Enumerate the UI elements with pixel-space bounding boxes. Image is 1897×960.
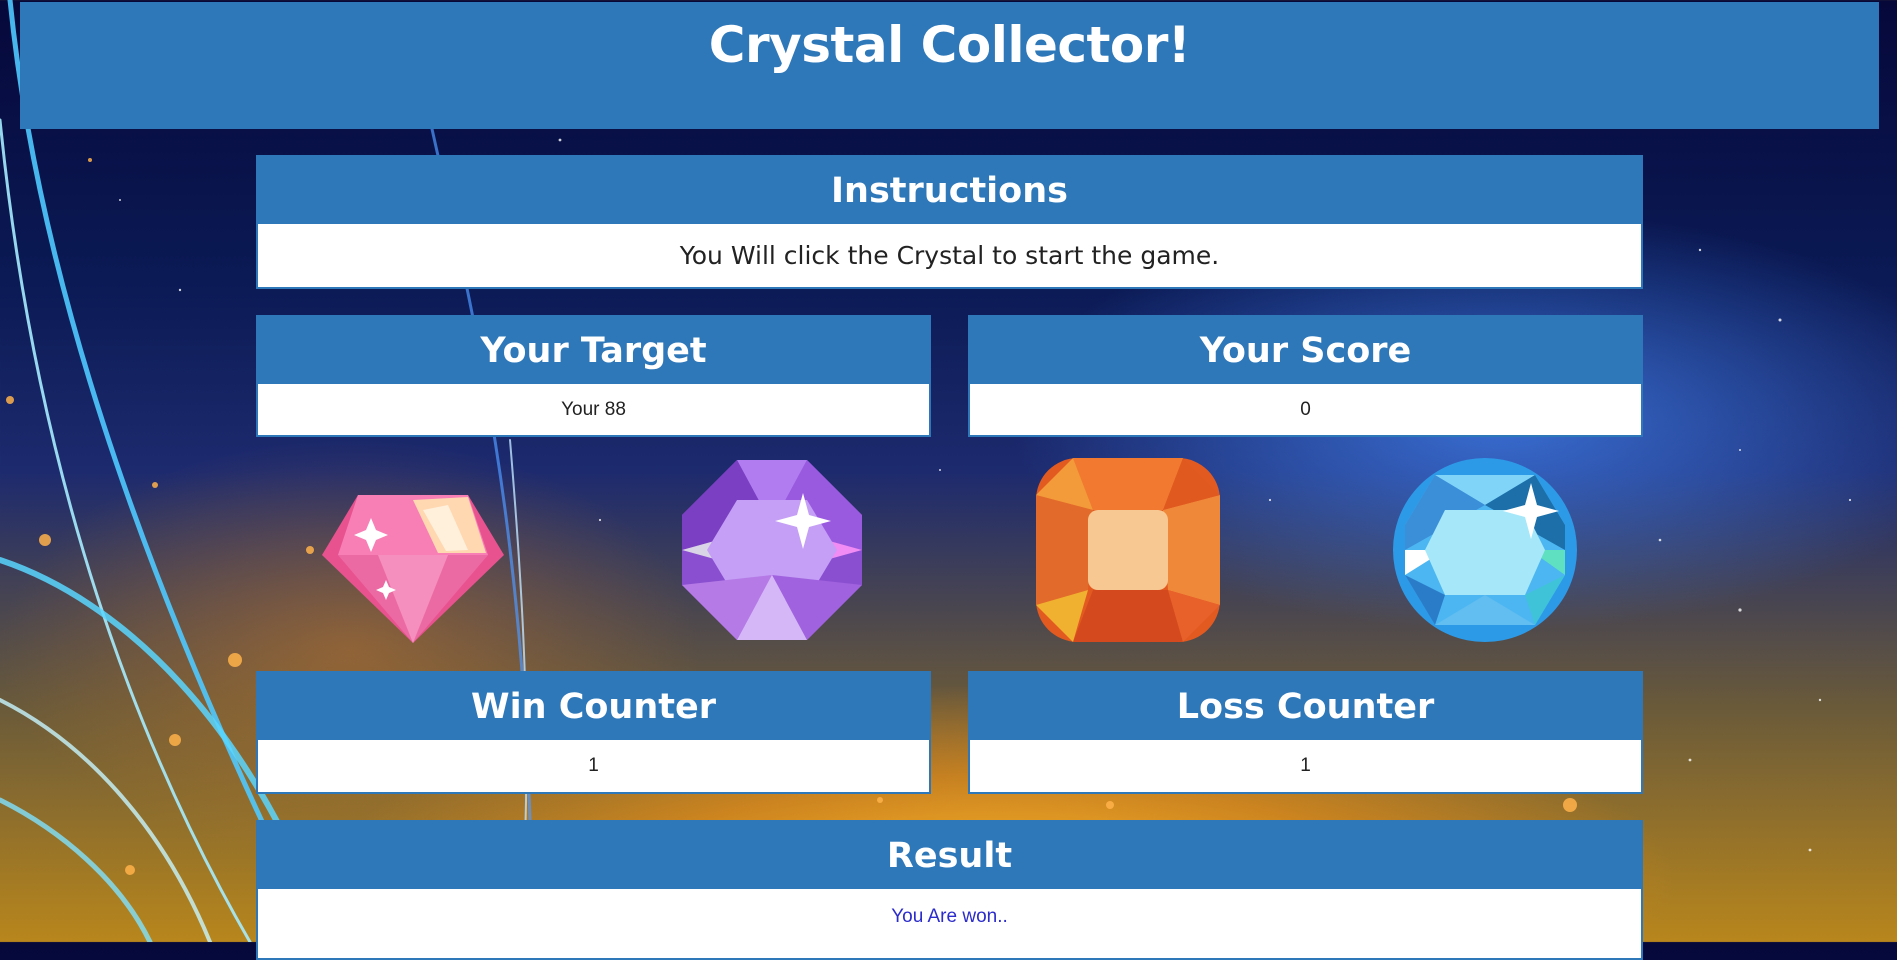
win-counter-value: 1 [588,755,599,776]
crystal-blue-button[interactable] [1390,455,1580,645]
target-heading: Your Target [258,317,929,384]
instructions-card: Instructions You Will click the Crystal … [256,155,1643,289]
instructions-heading: Instructions [258,157,1641,224]
result-card: Result You Are won.. [256,820,1643,960]
target-card: Your Target Your 88 [256,315,931,437]
crystal-purple-button[interactable] [677,455,867,645]
target-value: Your 88 [561,398,626,420]
result-heading: Result [258,822,1641,889]
crystal-pink-button[interactable] [318,455,508,645]
instructions-text: You Will click the Crystal to start the … [679,241,1220,270]
page-title: Crystal Collector! [708,16,1191,74]
orange-gem-icon [1036,458,1220,642]
loss-counter-card: Loss Counter 1 [968,671,1643,794]
loss-counter-heading: Loss Counter [970,673,1641,740]
loss-counter-value: 1 [1300,755,1311,776]
purple-gem-icon [682,460,862,640]
score-heading: Your Score [970,317,1641,384]
result-text: You Are won.. [891,905,1008,927]
score-value: 0 [1300,398,1311,420]
space-background [6,138,1852,901]
pink-diamond-icon [322,495,504,643]
header-bar: Crystal Collector! [20,2,1879,129]
blue-gem-icon [1393,458,1577,642]
win-counter-heading: Win Counter [258,673,929,740]
light-streaks [0,0,532,942]
score-card: Your Score 0 [968,315,1643,437]
crystal-orange-button[interactable] [1033,455,1223,645]
win-counter-card: Win Counter 1 [256,671,931,794]
